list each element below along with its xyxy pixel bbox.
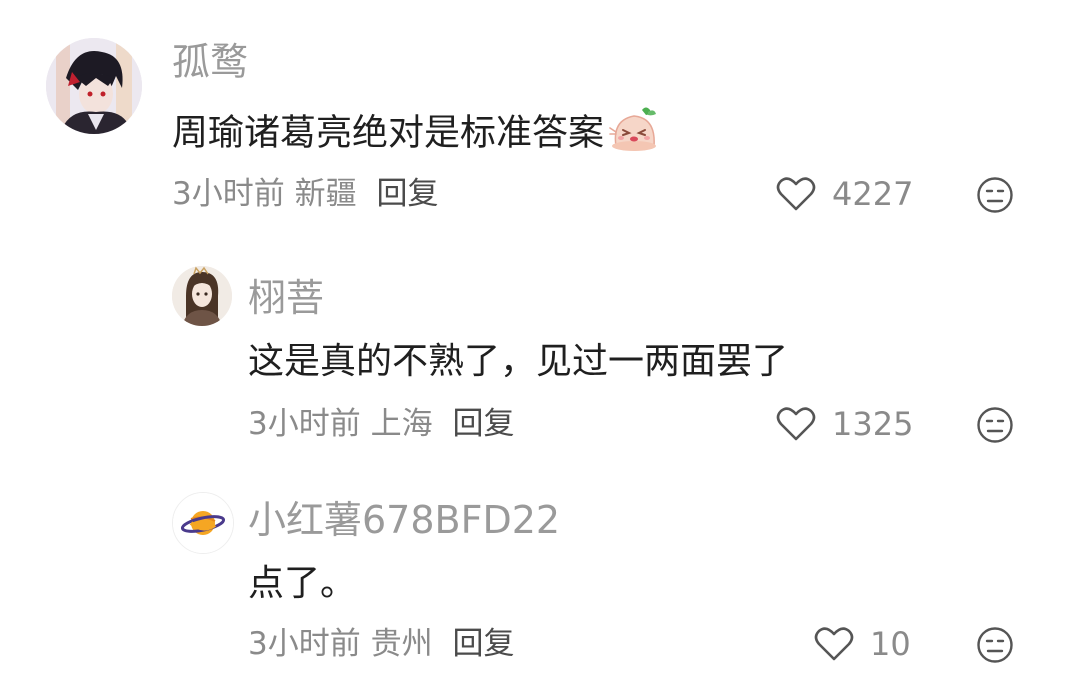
like-button[interactable]: 4227 [776,174,913,214]
user-avatar[interactable] [172,492,234,554]
comment-location: 新疆 [294,176,357,212]
heart-icon [814,627,854,661]
comment-location: 上海 [370,406,433,442]
like-button[interactable]: 1325 [776,404,913,444]
comment-text: 周瑜诸葛亮绝对是标准答案 [172,106,660,163]
dislike-button[interactable] [976,406,1014,444]
username[interactable]: 小红薯678BFD22 [248,498,560,542]
comment-text-content: 周瑜诸葛亮绝对是标准答案 [172,112,605,154]
comment-meta: 3小时前 贵州 回复 [248,624,514,664]
meh-face-icon [977,407,1013,443]
heart-icon [776,407,816,441]
comment-time: 3小时前 [172,176,285,212]
dislike-button[interactable] [976,176,1014,214]
anime-boy-avatar-icon [46,38,142,134]
username[interactable]: 栩菩 [248,276,324,320]
comment-time: 3小时前 [248,626,361,662]
reply-button[interactable]: 回复 [376,176,438,212]
like-count: 1325 [832,405,914,443]
username[interactable]: 孤鹜 [172,40,248,84]
dislike-button[interactable] [976,626,1014,664]
comment-item: 孤鹜 周瑜诸葛亮绝对是标准答案 3小时前 新疆 回复 4227 [0,0,1080,230]
comment-location: 贵州 [370,626,433,662]
pudding-face-sticker-icon [608,106,660,163]
reply-button[interactable]: 回复 [452,406,514,442]
meh-face-icon [977,177,1013,213]
reply-comment-item: 小红薯678BFD22 点了。 3小时前 贵州 回复 10 [0,460,1080,684]
reply-comment-item: 栩菩 这是真的不熟了，见过一两面罢了 3小时前 上海 回复 1325 [0,230,1080,460]
comment-meta: 3小时前 新疆 回复 [172,174,438,214]
user-avatar[interactable] [172,266,232,326]
meh-face-icon [977,627,1013,663]
user-avatar[interactable] [46,38,142,134]
reply-button[interactable]: 回复 [452,626,514,662]
heart-icon [776,177,816,211]
comment-text: 这是真的不熟了，见过一两面罢了 [248,341,789,382]
comment-meta: 3小时前 上海 回复 [248,404,514,444]
like-button[interactable]: 10 [814,624,911,664]
like-count: 10 [870,625,911,663]
anime-girl-avatar-icon [172,266,232,326]
like-count: 4227 [832,175,914,213]
comment-time: 3小时前 [248,406,361,442]
comment-text: 点了。 [248,563,357,604]
planet-avatar-icon [173,493,233,553]
